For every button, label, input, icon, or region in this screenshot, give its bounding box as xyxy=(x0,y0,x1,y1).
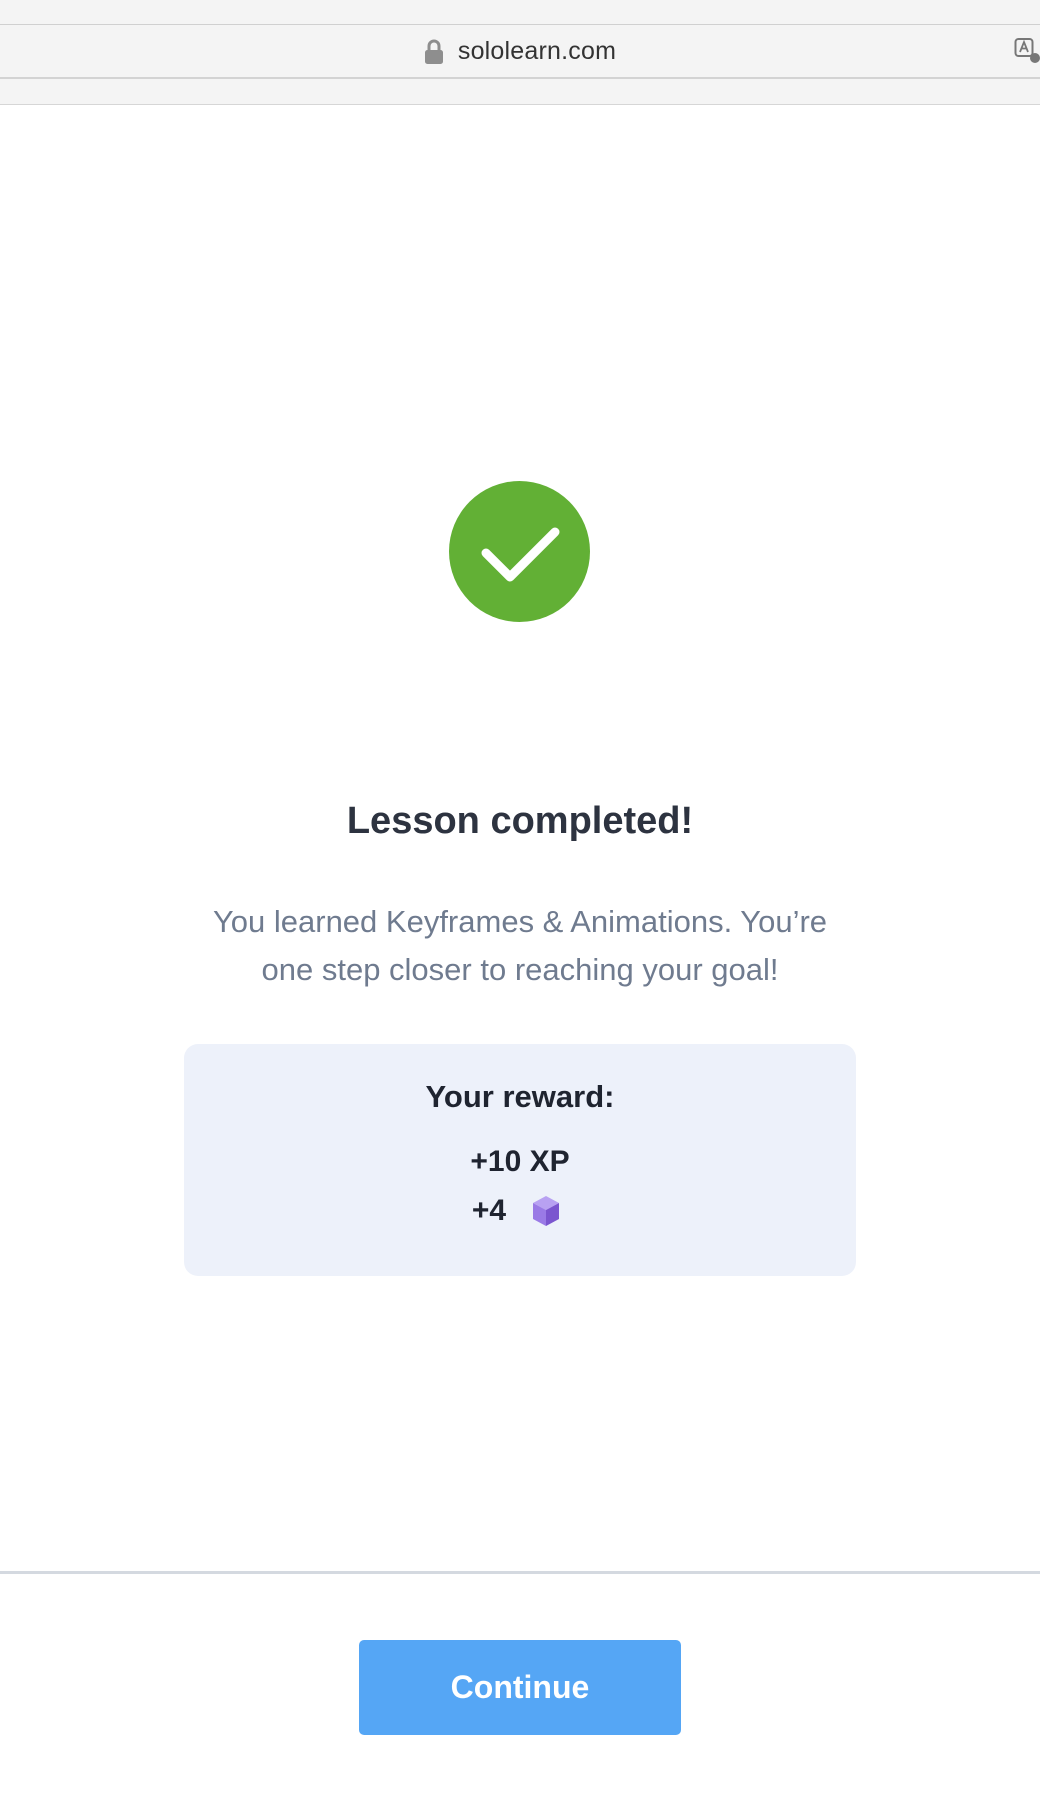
continue-button[interactable]: Continue xyxy=(359,1640,681,1735)
browser-address-bar[interactable]: sololearn.com xyxy=(0,25,1040,79)
footer-divider xyxy=(0,1571,1040,1574)
reward-gems-row: +4 xyxy=(184,1194,856,1228)
reward-card: Your reward: +10 XP +4 xyxy=(184,1044,856,1276)
reward-xp: +10 XP xyxy=(470,1145,570,1178)
success-check-circle xyxy=(449,481,590,622)
lesson-completed-title: Lesson completed! xyxy=(346,800,694,842)
completion-message-line-2: one step closer to reaching your goal! xyxy=(261,952,779,987)
lock-icon xyxy=(424,39,443,64)
url-text[interactable]: sololearn.com xyxy=(458,37,616,66)
completion-message-line-1: You learned Keyframes & Animations. You’… xyxy=(212,904,828,939)
checkmark-icon xyxy=(481,527,560,582)
cube-gem-icon xyxy=(533,1196,560,1226)
browser-tab-strip xyxy=(0,0,1040,25)
completion-message: You learned Keyframes & Animations. You’… xyxy=(170,898,870,994)
reward-gem-count: +4 xyxy=(471,1194,507,1227)
reward-heading: Your reward: xyxy=(425,1079,615,1114)
browser-sub-bar xyxy=(0,79,1040,105)
continue-button-label: Continue xyxy=(450,1669,590,1705)
address-content: sololearn.com xyxy=(0,25,1040,77)
translate-icon[interactable] xyxy=(1014,37,1040,63)
